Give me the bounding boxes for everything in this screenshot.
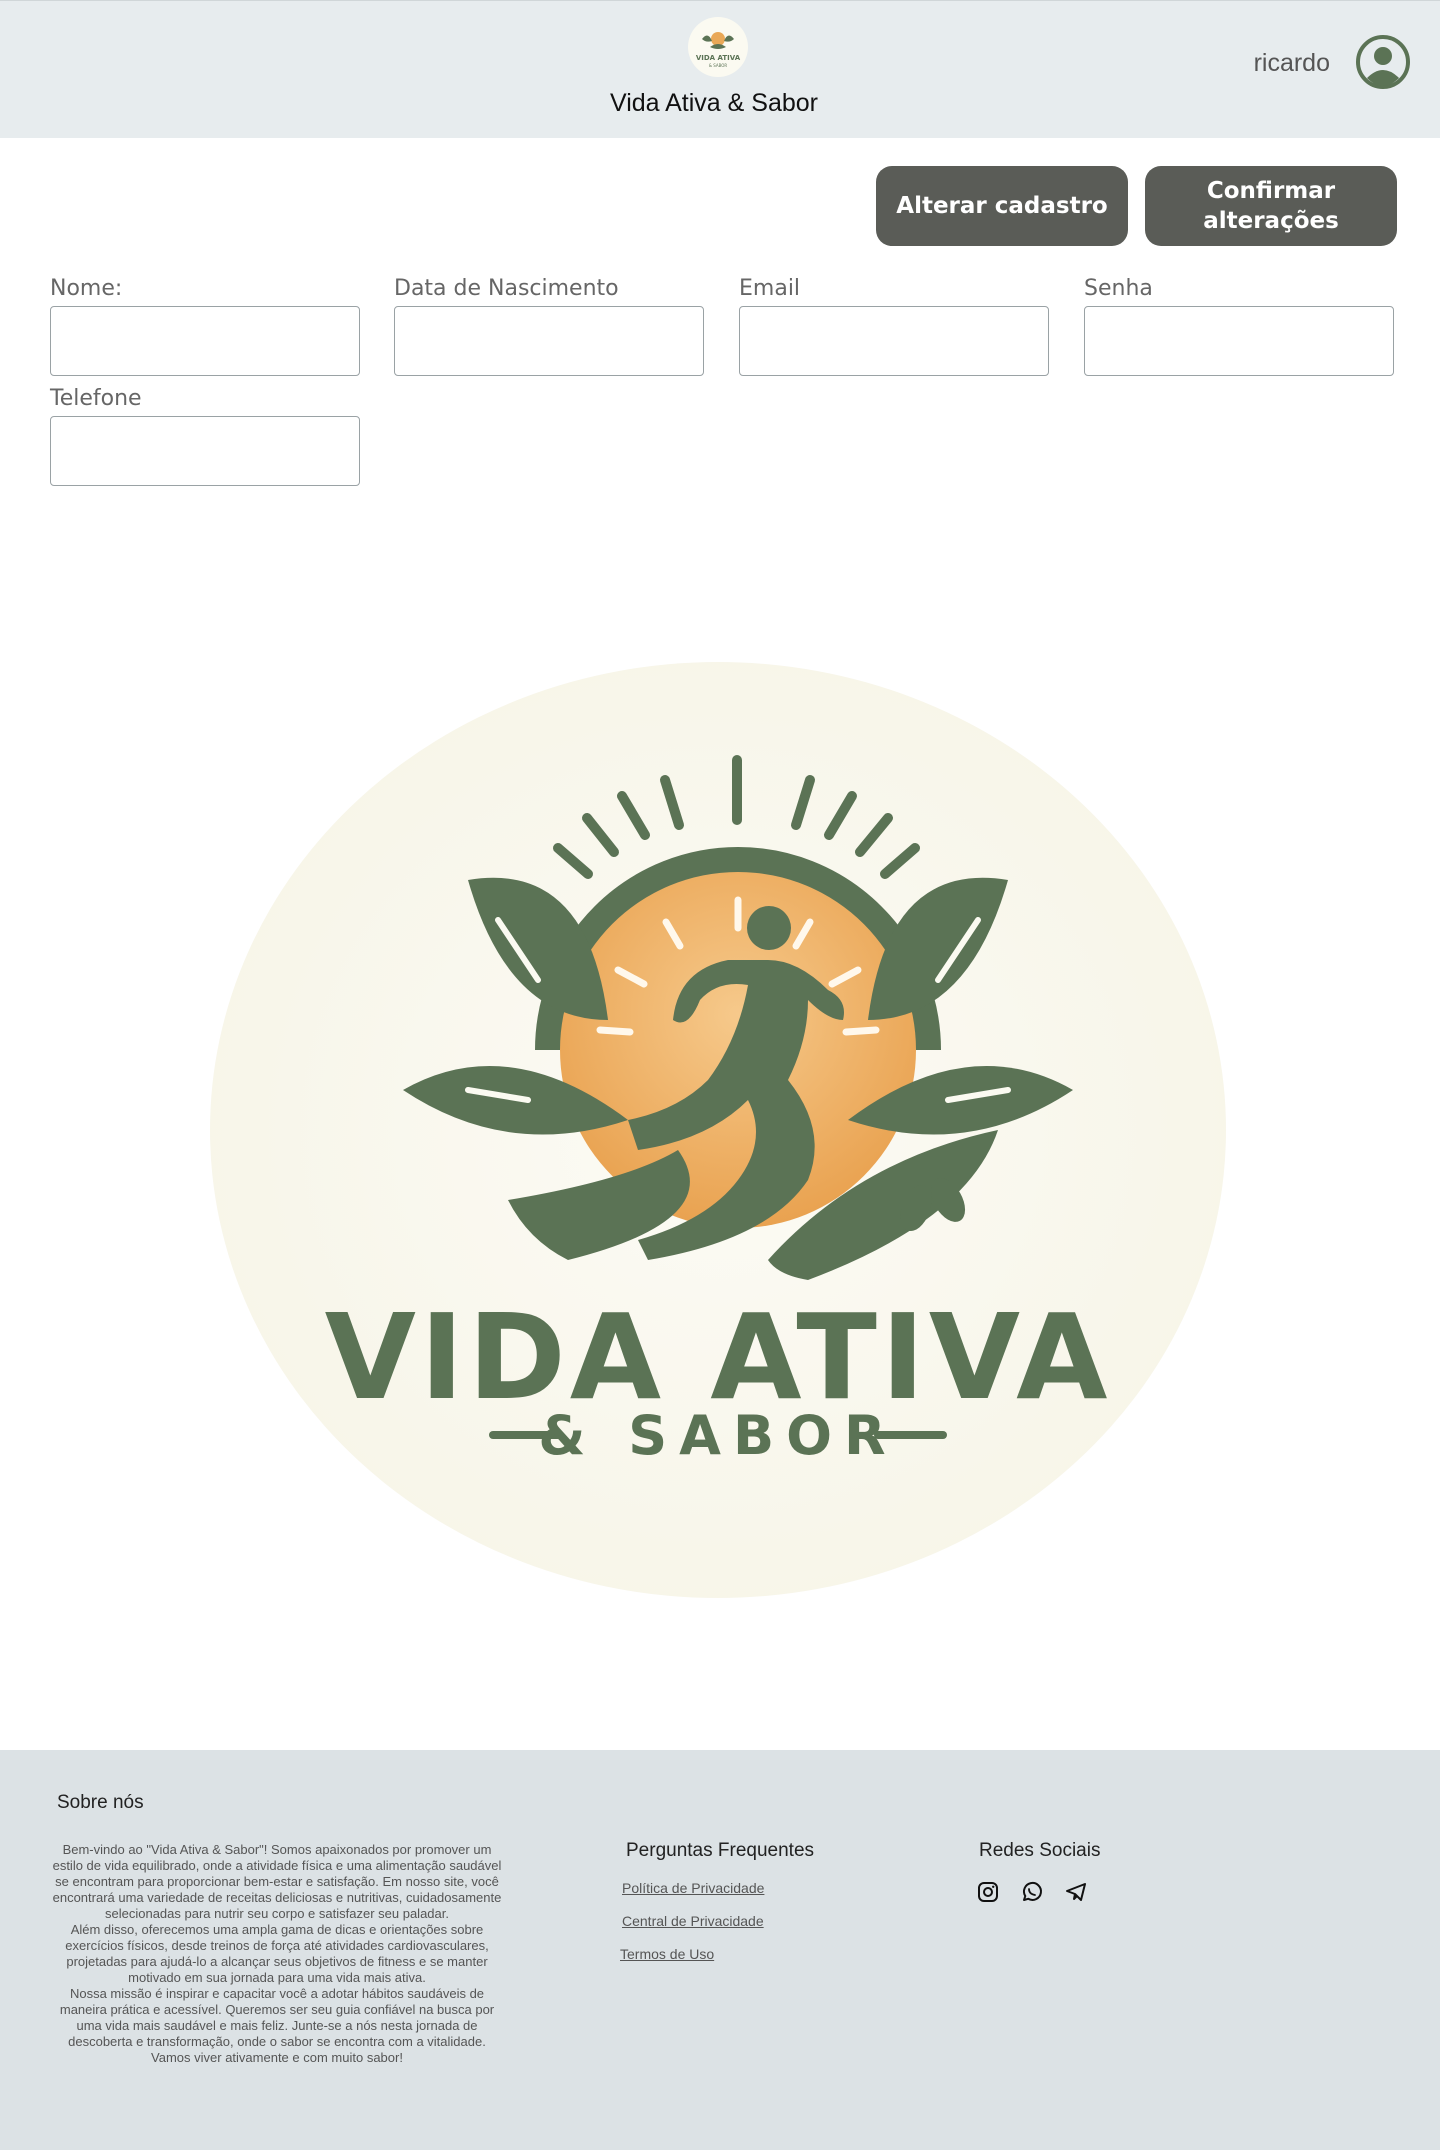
social-title: Redes Sociais [979, 1840, 1101, 1861]
password-field-group: Senha [1084, 274, 1394, 376]
password-input[interactable] [1084, 306, 1394, 376]
instagram-icon[interactable] [976, 1880, 1000, 1904]
user-avatar[interactable] [1355, 34, 1411, 90]
logo-text-bottom: & SABOR [709, 63, 728, 68]
password-label: Senha [1084, 276, 1153, 301]
user-name[interactable]: ricardo [1254, 49, 1330, 78]
telegram-icon[interactable] [1064, 1880, 1088, 1904]
about-text: Bem-vindo ao "Vida Ativa & Sabor"! Somos… [52, 1842, 502, 2066]
privacy-center-link[interactable]: Central de Privacidade [622, 1913, 764, 1929]
phone-input[interactable] [50, 416, 360, 486]
logo-text-top: VIDA ATIVA [696, 54, 741, 62]
birthdate-label: Data de Nascimento [394, 276, 619, 301]
email-label: Email [739, 276, 801, 301]
alter-profile-button[interactable]: Alterar cadastro [876, 166, 1128, 246]
birthdate-field-group: Data de Nascimento [394, 274, 704, 376]
brand-name-line2: & SABOR [538, 1404, 897, 1467]
site-header: VIDA ATIVA & SABOR Vida Ativa & Sabor ri… [0, 0, 1440, 138]
terms-of-use-link[interactable]: Termos de Uso [620, 1946, 714, 1962]
phone-label: Telefone [50, 386, 142, 411]
phone-field-group: Telefone [50, 384, 360, 486]
name-input[interactable] [50, 306, 360, 376]
site-title: Vida Ativa & Sabor [609, 89, 818, 117]
user-circle-icon [1356, 35, 1410, 89]
brand-logo-image: VIDA ATIVA & SABOR [210, 662, 1226, 1598]
about-title: Sobre nós [57, 1792, 144, 1813]
site-footer: Sobre nós Bem-vindo ao "Vida Ativa & Sab… [0, 1750, 1440, 2150]
privacy-policy-link[interactable]: Política de Privacidade [622, 1880, 764, 1896]
whatsapp-icon[interactable] [1020, 1880, 1044, 1904]
logo-icon: VIDA ATIVA & SABOR [696, 32, 741, 68]
confirm-changes-button[interactable]: Confirmar alterações [1145, 166, 1397, 246]
header-logo[interactable]: VIDA ATIVA & SABOR [688, 17, 748, 77]
brand-logo: VIDA ATIVA & SABOR [208, 660, 1228, 1600]
name-label: Nome: [50, 276, 123, 301]
about-paragraph: Nossa missão é inspirar e capacitar você… [59, 1986, 495, 2065]
email-input[interactable] [739, 306, 1049, 376]
about-paragraph: Além disso, oferecemos uma ampla gama de… [65, 1922, 489, 1985]
birthdate-input[interactable] [394, 306, 704, 376]
email-field-group: Email [739, 274, 1049, 376]
about-paragraph: Bem-vindo ao "Vida Ativa & Sabor"! Somos… [52, 1842, 502, 1921]
faq-title: Perguntas Frequentes [626, 1840, 815, 1861]
name-field-group: Nome: [50, 274, 360, 376]
